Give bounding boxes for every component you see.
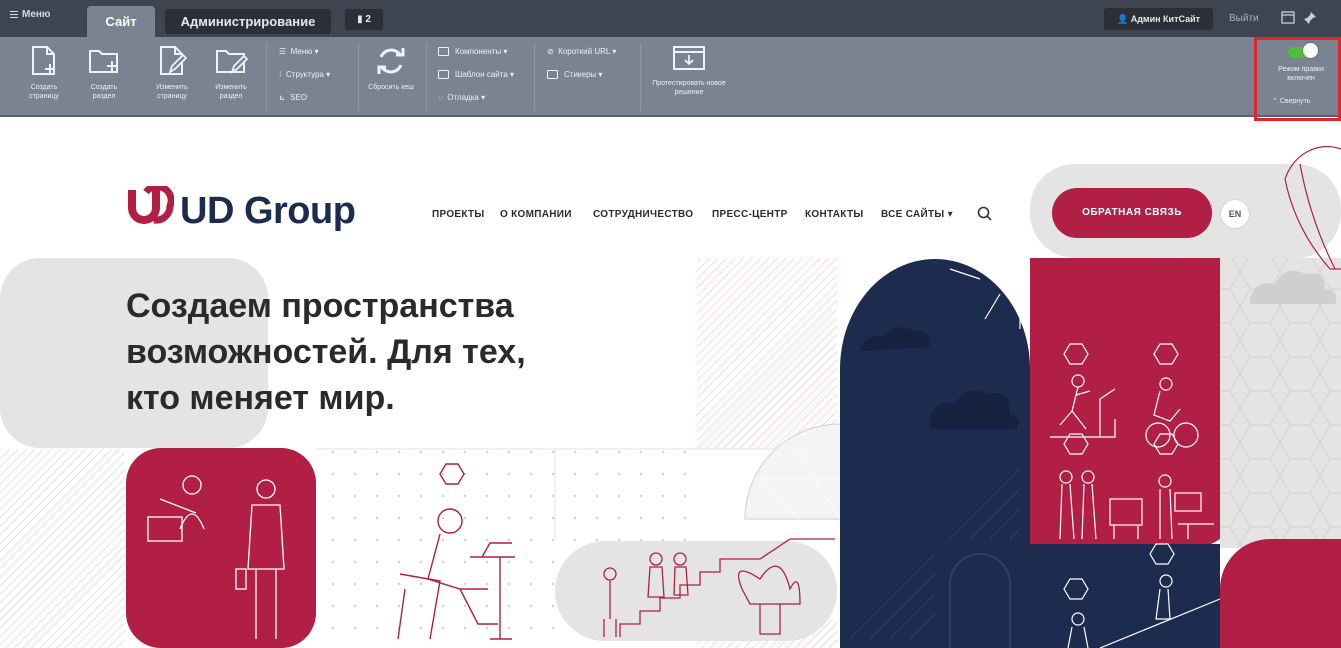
tab-site[interactable]: Сайт xyxy=(87,6,155,37)
logo-text[interactable]: UD Group xyxy=(180,189,356,233)
nav-cooperation[interactable]: СОТРУДНИЧЕСТВО xyxy=(593,209,693,220)
edit-page-label: Изменить страницу xyxy=(156,84,188,100)
components-label: Компоненты xyxy=(455,47,502,56)
components-tool[interactable]: Компоненты ▾ xyxy=(438,47,507,57)
toolbar-divider xyxy=(640,43,641,111)
hatched-block xyxy=(0,449,125,648)
edit-section-button[interactable]: Изменить раздел xyxy=(206,45,256,101)
nav-contacts[interactable]: КОНТАКТЫ xyxy=(805,209,863,220)
new-folder-icon xyxy=(89,50,118,73)
tab-administration[interactable]: Администрирование xyxy=(165,9,331,34)
toolbar-divider xyxy=(426,43,427,111)
nav-all-sites[interactable]: ВСЕ САЙТЫ ▾ xyxy=(881,209,953,220)
window-icon[interactable] xyxy=(1281,11,1295,25)
components-icon xyxy=(438,47,449,57)
admin-top-bar: Меню Сайт Администрирование ▮ 2 👤 Админ … xyxy=(0,0,1341,37)
edit-section-label: Изменить раздел xyxy=(215,84,247,100)
debug-icon: ◌ xyxy=(438,93,443,102)
red-corner xyxy=(1220,539,1341,648)
hero-line: возможностей. Для тех, xyxy=(126,333,526,371)
chevron-down-icon: ▾ xyxy=(947,209,953,220)
chevron-up-icon: ⌃ xyxy=(1272,98,1278,105)
list-icon: ☰ xyxy=(279,47,287,56)
new-page-icon xyxy=(32,46,55,75)
notification-icon: ▮ xyxy=(357,14,363,25)
edit-mode-label: Режим правки включен xyxy=(1278,66,1324,82)
collapse-button[interactable]: ⌃ Свернуть xyxy=(1272,97,1311,105)
nav-about[interactable]: О КОМПАНИИ xyxy=(500,209,572,220)
edit-page-icon xyxy=(160,46,187,75)
notification-count: 2 xyxy=(365,14,371,25)
ud-group-logo-icon[interactable] xyxy=(124,186,174,226)
test-solution-label: Протестировать новое решение xyxy=(652,80,726,96)
nav-all-sites-label: ВСЕ САЙТЫ xyxy=(881,209,945,220)
hero-line: Создаем пространства xyxy=(126,287,514,325)
user-button[interactable]: 👤 Админ КитСайт xyxy=(1104,8,1213,30)
create-section-label: Создать раздел xyxy=(90,84,118,100)
stickers-tool[interactable]: Стикеры ▾ xyxy=(547,70,602,80)
edit-page-button[interactable]: Изменить страницу xyxy=(146,45,198,101)
link-icon: ⊘ xyxy=(547,47,554,56)
structure-label: Структура xyxy=(286,70,324,79)
toggle-knob[interactable] xyxy=(1303,43,1318,58)
seo-label: SEO xyxy=(290,93,308,102)
admin-toolbar: Создать страницу Создать раздел Изменить… xyxy=(0,37,1341,117)
menu-tool-label: Меню xyxy=(290,47,313,56)
reset-cache-button[interactable]: Сбросить кеш xyxy=(368,45,414,92)
nav-projects[interactable]: ПРОЕКТЫ xyxy=(432,209,485,220)
notifications-button[interactable]: ▮ 2 xyxy=(345,9,383,30)
seo-tool[interactable]: ⊾ SEO xyxy=(279,93,307,103)
navy-panel xyxy=(1030,544,1220,648)
short-url-label: Короткий URL xyxy=(558,47,611,56)
download-window-icon xyxy=(673,46,705,70)
test-solution-button[interactable]: Протестировать новое решение xyxy=(652,45,726,97)
logout-link[interactable]: Выйти xyxy=(1229,13,1259,24)
user-icon: 👤 xyxy=(1116,14,1129,24)
page-root: Меню Сайт Администрирование ▮ 2 👤 Админ … xyxy=(0,0,1341,648)
hatched-block xyxy=(697,258,837,448)
hamburger-icon xyxy=(10,9,18,20)
collapse-label: Свернуть xyxy=(1279,98,1311,105)
create-page-button[interactable]: Создать страницу xyxy=(20,45,68,101)
language-switch[interactable]: EN xyxy=(1220,199,1250,229)
feedback-button[interactable]: ОБРАТНАЯ СВЯЗЬ xyxy=(1052,188,1212,238)
menu-button[interactable]: Меню xyxy=(10,9,50,20)
reset-cache-label: Сбросить кеш xyxy=(368,84,414,91)
structure-tool[interactable]: ⁝ Структура ▾ xyxy=(279,70,330,80)
door-frame xyxy=(935,539,1017,648)
red-card xyxy=(126,448,316,648)
toolbar-divider xyxy=(534,43,535,111)
menu-tool[interactable]: ☰ Меню ▾ xyxy=(279,47,319,57)
chart-icon: ⊾ xyxy=(279,93,286,102)
hero-heading: Создаем пространства возможностей. Для т… xyxy=(126,283,606,421)
site-template-tool[interactable]: Шаблон сайта ▾ xyxy=(438,70,514,80)
user-name: Админ КитСайт xyxy=(1130,14,1201,24)
refresh-icon xyxy=(377,48,405,74)
hero-line: кто меняет мир. xyxy=(126,379,395,417)
sticker-icon xyxy=(547,70,558,80)
toolbar-divider xyxy=(266,43,267,111)
toolbar-divider xyxy=(358,43,359,111)
edit-folder-icon xyxy=(216,50,248,75)
structure-icon: ⁝ xyxy=(279,70,282,79)
nav-press-center[interactable]: ПРЕСС-ЦЕНТР xyxy=(712,209,788,220)
debug-label: Отладка xyxy=(447,93,479,102)
short-url-tool[interactable]: ⊘ Короткий URL ▾ xyxy=(547,47,616,57)
menu-label: Меню xyxy=(22,9,51,21)
grey-pill xyxy=(555,541,837,641)
red-panel xyxy=(1030,258,1220,555)
create-page-label: Создать страницу xyxy=(29,84,59,100)
debug-tool[interactable]: ◌ Отладка ▾ xyxy=(438,93,485,103)
create-section-button[interactable]: Создать раздел xyxy=(80,45,128,101)
site-template-label: Шаблон сайта xyxy=(455,70,508,79)
search-icon[interactable] xyxy=(977,206,993,222)
pin-icon[interactable] xyxy=(1303,11,1317,25)
stickers-label: Стикеры xyxy=(564,70,597,79)
template-icon xyxy=(438,70,449,80)
